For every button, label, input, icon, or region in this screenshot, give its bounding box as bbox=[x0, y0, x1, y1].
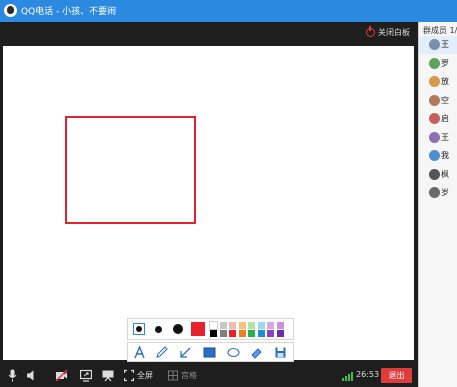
qq-penguin-icon bbox=[4, 4, 17, 17]
whiteboard-canvas[interactable] bbox=[3, 46, 414, 362]
color-swatch[interactable] bbox=[276, 322, 284, 329]
member-avatar bbox=[429, 39, 440, 50]
color-swatch[interactable] bbox=[257, 330, 265, 337]
rectangle-tool-icon[interactable] bbox=[203, 346, 216, 359]
member-item[interactable]: 王 bbox=[419, 36, 457, 54]
drawing-toolbar bbox=[127, 342, 294, 362]
color-swatch[interactable] bbox=[219, 322, 227, 329]
grid-view-label[interactable]: 宫格 bbox=[181, 370, 197, 381]
color-swatch[interactable] bbox=[219, 330, 227, 337]
member-name: 王 bbox=[441, 40, 449, 49]
brush-size-medium[interactable] bbox=[155, 326, 162, 333]
arrow-tool-icon[interactable] bbox=[179, 346, 192, 359]
brush-palette bbox=[127, 318, 294, 340]
member-avatar bbox=[429, 113, 440, 124]
member-name: 我 bbox=[441, 151, 449, 160]
color-swatch[interactable] bbox=[257, 322, 265, 329]
member-name: 枫 bbox=[441, 169, 449, 179]
brush-size-large[interactable] bbox=[173, 324, 183, 334]
member-item[interactable]: 枫 bbox=[419, 166, 457, 184]
member-panel: 群成员 1/9 王罗放空启王我枫岁 bbox=[418, 22, 457, 387]
member-avatar bbox=[429, 131, 440, 143]
whiteboard-icon[interactable] bbox=[102, 369, 114, 382]
member-name: 启 bbox=[441, 114, 449, 123]
member-name: 罗 bbox=[441, 58, 449, 68]
close-whiteboard-button[interactable]: 关闭白板 bbox=[366, 26, 410, 38]
microphone-icon[interactable] bbox=[8, 369, 17, 382]
color-swatch[interactable] bbox=[267, 322, 274, 329]
call-timer: 26:53 bbox=[356, 370, 380, 379]
member-name: 放 bbox=[441, 77, 449, 86]
camera-off-icon[interactable] bbox=[55, 369, 68, 382]
member-item[interactable]: 放 bbox=[419, 73, 457, 91]
drawn-rectangle[interactable] bbox=[65, 116, 196, 224]
color-swatch[interactable] bbox=[248, 322, 255, 329]
pen-tool-icon[interactable] bbox=[155, 346, 168, 359]
member-name: 空 bbox=[441, 95, 449, 105]
call-main-area: 关闭白板 bbox=[0, 22, 418, 387]
title-bar: QQ电话 - 小孩、不要闹 bbox=[0, 0, 457, 22]
save-tool-icon[interactable] bbox=[274, 346, 287, 359]
member-item[interactable]: 王 bbox=[419, 129, 457, 147]
brush-size-small[interactable] bbox=[136, 326, 142, 332]
current-color-swatch bbox=[191, 322, 205, 336]
member-avatar bbox=[429, 57, 440, 69]
exit-call-button[interactable]: 退出 bbox=[381, 368, 412, 383]
member-count-header: 群成员 1/9 bbox=[423, 26, 457, 35]
eraser-tool-icon[interactable] bbox=[250, 346, 263, 359]
member-avatar bbox=[429, 150, 440, 161]
member-avatar bbox=[429, 168, 440, 180]
member-name: 岁 bbox=[441, 188, 449, 197]
call-control-bar: 全屏 宫格 26:53 退出 bbox=[0, 364, 418, 387]
power-icon bbox=[366, 26, 375, 37]
member-item[interactable]: 罗 bbox=[419, 55, 457, 73]
window-title: QQ电话 - 小孩、不要闹 bbox=[21, 7, 117, 17]
speaker-icon[interactable] bbox=[26, 369, 36, 382]
member-item[interactable]: 启 bbox=[419, 110, 457, 128]
member-avatar bbox=[429, 76, 440, 87]
color-swatch[interactable] bbox=[267, 330, 274, 337]
color-swatch[interactable] bbox=[210, 330, 217, 337]
fullscreen-label[interactable]: 全屏 bbox=[137, 370, 153, 381]
ellipse-tool-icon[interactable] bbox=[227, 346, 240, 359]
member-avatar bbox=[429, 94, 440, 106]
fullscreen-icon[interactable] bbox=[124, 369, 134, 382]
member-item[interactable]: 我 bbox=[419, 147, 457, 165]
color-swatch[interactable] bbox=[238, 330, 246, 337]
grid-view-icon[interactable] bbox=[168, 369, 178, 382]
signal-strength-icon bbox=[342, 372, 353, 381]
color-swatch[interactable] bbox=[229, 322, 236, 329]
member-item[interactable]: 岁 bbox=[419, 184, 457, 202]
color-swatch[interactable] bbox=[238, 322, 246, 329]
color-swatch[interactable] bbox=[229, 330, 236, 337]
text-tool-icon[interactable] bbox=[133, 346, 146, 359]
member-item[interactable]: 空 bbox=[419, 92, 457, 110]
member-avatar bbox=[429, 187, 440, 198]
color-swatch[interactable] bbox=[248, 330, 255, 337]
close-whiteboard-label: 关闭白板 bbox=[378, 28, 410, 37]
screen-share-icon[interactable] bbox=[80, 369, 92, 382]
color-swatch[interactable] bbox=[209, 321, 218, 330]
member-name: 王 bbox=[441, 132, 449, 142]
color-swatch[interactable] bbox=[276, 330, 284, 337]
